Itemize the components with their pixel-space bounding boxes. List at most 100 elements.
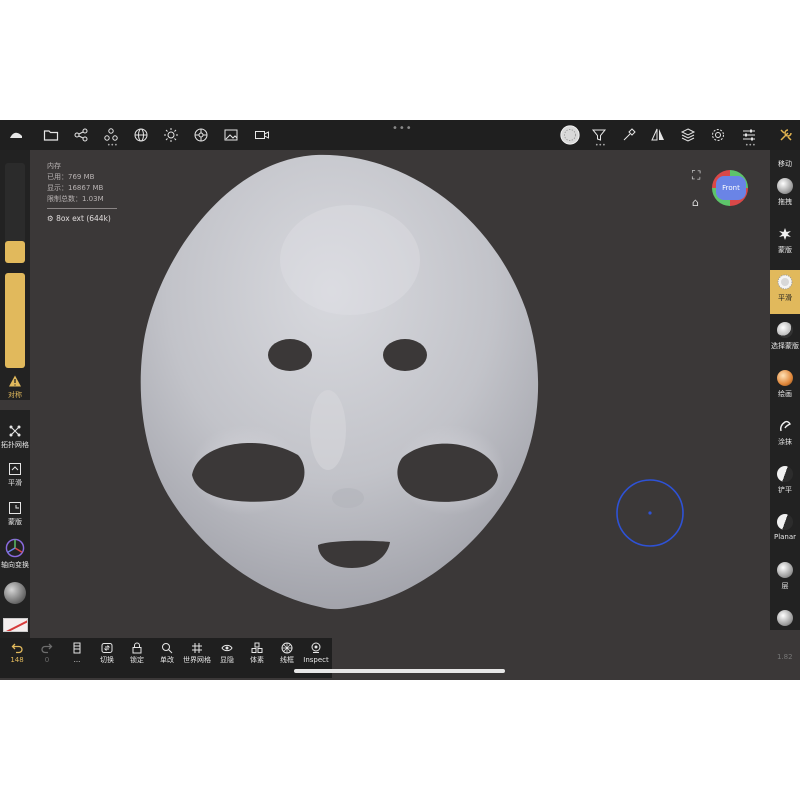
shading-icon[interactable] bbox=[191, 125, 211, 145]
layers-icon[interactable] bbox=[678, 125, 698, 145]
smudge-icon bbox=[780, 420, 791, 432]
tool-paint[interactable]: 绘画 bbox=[770, 366, 800, 410]
redo-count: 0 bbox=[44, 656, 50, 664]
material-ball-icon[interactable] bbox=[4, 582, 26, 604]
tool-select-mask[interactable]: 选择蒙版 bbox=[770, 318, 800, 362]
settings-icon[interactable] bbox=[708, 125, 728, 145]
stats-divider bbox=[47, 208, 117, 209]
tool-drag[interactable]: 拖拽 bbox=[770, 174, 800, 218]
tool-planar[interactable]: Planar bbox=[770, 510, 800, 554]
tool-drag-label: 拖拽 bbox=[778, 198, 792, 206]
symmetry-icon[interactable] bbox=[648, 125, 668, 145]
move-tool-label[interactable]: 移动 bbox=[770, 159, 800, 169]
home-view-icon[interactable]: ⌂ bbox=[692, 196, 699, 209]
stats-title: 内存 bbox=[47, 162, 61, 170]
memory-stats-panel: 内存 已用：769 MB 显示：16867 MB 限制总数：1.03M ⚙ 8o… bbox=[47, 161, 117, 224]
frame-view-icon[interactable]: ⛶ bbox=[692, 168, 700, 183]
mask-button[interactable]: 蒙版 bbox=[0, 501, 30, 527]
lock-icon bbox=[132, 642, 142, 654]
flatten-icon bbox=[9, 463, 21, 475]
mesh-label: 8ox ext (644k) bbox=[56, 214, 111, 223]
home-indicator-bar[interactable] bbox=[294, 669, 505, 673]
axis-transform-icon bbox=[5, 538, 25, 558]
swap-label: 切换 bbox=[100, 656, 114, 664]
topology-button[interactable]: 拓扑网格 bbox=[0, 424, 30, 450]
mask-icon bbox=[9, 502, 21, 514]
axis-transform-label: 轴向变换 bbox=[1, 561, 29, 569]
brush-size-slider-thumb[interactable] bbox=[5, 241, 25, 263]
planar-ball-icon bbox=[777, 514, 793, 530]
swap-icon bbox=[101, 643, 113, 653]
drag-handle[interactable]: ••• bbox=[392, 123, 413, 134]
bottom-toolbar: 148 0 ... 切换 锁定 单改 世界网格 显隐 体素 线框 Inspect bbox=[0, 638, 332, 678]
grid-icon bbox=[192, 643, 202, 653]
world-grid-button[interactable]: 世界网格 bbox=[182, 642, 212, 665]
symmetry-label: 对称 bbox=[8, 391, 22, 399]
mesh-icon[interactable]: ••• bbox=[101, 125, 121, 149]
stack-icon bbox=[73, 642, 81, 654]
sculpt-app: 内存 已用：769 MB 显示：16867 MB 限制总数：1.03M ⚙ 8o… bbox=[0, 120, 800, 680]
tool-mask[interactable]: 蒙版 bbox=[770, 222, 800, 266]
scene-logo-icon[interactable] bbox=[6, 125, 26, 145]
camera-icon[interactable] bbox=[252, 125, 272, 145]
wireframe-icon bbox=[281, 642, 293, 654]
voxel-label: 体素 bbox=[250, 656, 264, 664]
mesh-info[interactable]: ⚙ 8ox ext (644k) bbox=[47, 213, 117, 224]
undo-button[interactable]: 148 bbox=[2, 642, 32, 665]
redo-icon bbox=[41, 643, 53, 654]
share-graph-icon[interactable] bbox=[71, 125, 91, 145]
top-toolbar: ••• ••• ••• ••• bbox=[0, 120, 800, 150]
wireframe-button[interactable]: 线框 bbox=[272, 642, 302, 665]
lock-button[interactable]: 锁定 bbox=[122, 642, 152, 665]
wrench-icon[interactable] bbox=[776, 125, 796, 145]
eye-icon bbox=[221, 644, 233, 652]
folder-icon[interactable] bbox=[41, 125, 61, 145]
drag-icon bbox=[777, 178, 793, 194]
tool-flatten[interactable]: 铲平 bbox=[770, 462, 800, 506]
inspect-button[interactable]: Inspect bbox=[301, 642, 331, 665]
stack-label: ... bbox=[73, 656, 81, 664]
lock-label: 锁定 bbox=[130, 656, 144, 664]
tool-crease[interactable] bbox=[770, 606, 800, 630]
tool-smudge-label: 涂抹 bbox=[778, 438, 792, 446]
swap-button[interactable]: 切换 bbox=[92, 642, 122, 665]
brush-cursor bbox=[616, 479, 684, 547]
tool-layer-label: 层 bbox=[781, 582, 789, 590]
symmetry-button[interactable]: 对称 bbox=[0, 374, 30, 400]
tool-smudge[interactable]: 涂抹 bbox=[770, 414, 800, 458]
globe-icon[interactable] bbox=[131, 125, 151, 145]
sliders-icon[interactable]: ••• bbox=[739, 125, 759, 149]
tool-layer[interactable]: 层 bbox=[770, 558, 800, 602]
inspect-label: Inspect bbox=[303, 656, 329, 664]
mask-label: 蒙版 bbox=[8, 518, 22, 526]
stats-used: 已用：769 MB bbox=[47, 173, 95, 181]
tool-select-mask-label: 选择蒙版 bbox=[771, 342, 799, 350]
brush-alpha-icon[interactable] bbox=[558, 123, 582, 147]
magnify-button[interactable]: 单改 bbox=[152, 642, 182, 665]
sun-icon[interactable] bbox=[161, 125, 181, 145]
smooth-icon bbox=[777, 274, 793, 290]
viewport-canvas[interactable] bbox=[30, 150, 770, 630]
tool-planar-label: Planar bbox=[773, 533, 797, 541]
brush-intensity-slider[interactable] bbox=[5, 273, 25, 368]
image-icon[interactable] bbox=[221, 125, 241, 145]
flatten-button[interactable]: 平滑 bbox=[0, 462, 30, 488]
color-swatch[interactable] bbox=[3, 618, 28, 632]
voxel-icon bbox=[251, 642, 263, 653]
visibility-button[interactable]: 显隐 bbox=[212, 642, 242, 665]
stats-limit: 限制总数：1.03M bbox=[47, 195, 104, 203]
undo-count: 148 bbox=[10, 656, 24, 664]
paint-ball-icon bbox=[777, 370, 793, 386]
redo-button[interactable]: 0 bbox=[32, 642, 62, 665]
voxel-button[interactable]: 体素 bbox=[242, 642, 272, 665]
tool-smooth-label: 平滑 bbox=[778, 294, 792, 302]
view-cube-face[interactable]: Front bbox=[716, 176, 746, 200]
filter-icon[interactable]: ••• bbox=[589, 125, 609, 149]
face-mask-model[interactable] bbox=[140, 154, 539, 610]
stack-button[interactable]: ... bbox=[62, 642, 92, 665]
paint-icon[interactable] bbox=[619, 125, 639, 145]
warning-triangle-icon bbox=[9, 375, 21, 387]
tool-smooth[interactable]: 平滑 bbox=[770, 270, 800, 314]
crease-ball-icon bbox=[777, 610, 793, 626]
axis-transform-button[interactable]: 轴向变换 bbox=[0, 538, 30, 570]
